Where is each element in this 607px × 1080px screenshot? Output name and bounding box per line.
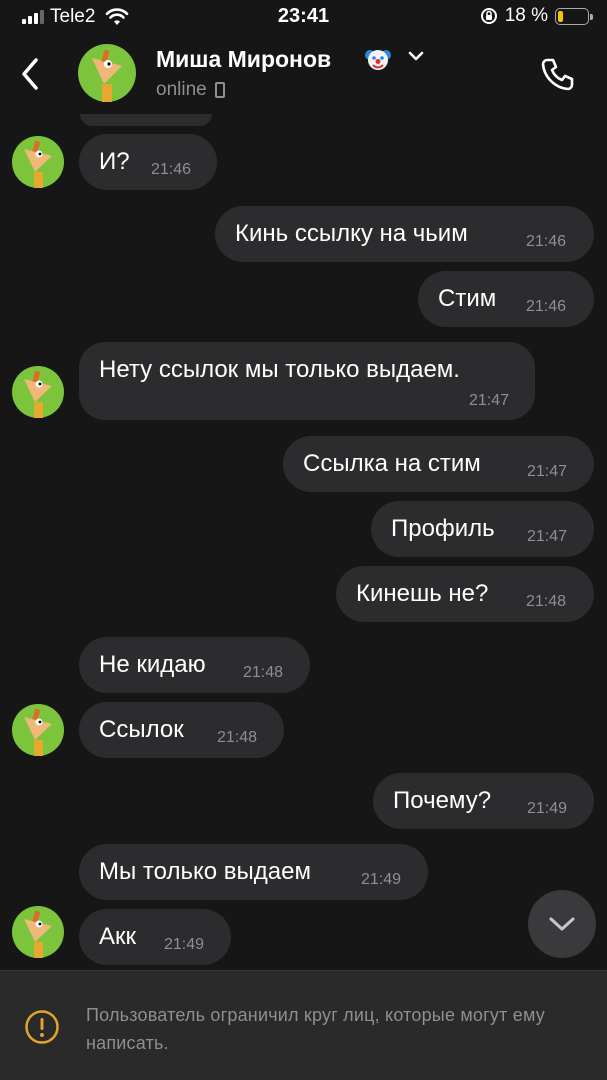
incoming-message[interactable]: Мы только выдаем 21:49	[79, 844, 428, 900]
chat-header: Миша Миронов online	[0, 34, 607, 114]
message-time: 21:48	[217, 729, 258, 746]
sender-avatar[interactable]	[12, 906, 64, 958]
message-time: 21:47	[527, 463, 568, 480]
outgoing-message[interactable]: Почему? 21:49	[373, 773, 594, 829]
chevron-down-icon[interactable]	[408, 50, 424, 62]
status-bar: Tele2 23:41 18 %	[0, 0, 607, 34]
message-time: 21:47	[527, 528, 568, 545]
contact-avatar[interactable]	[78, 44, 136, 102]
message-text: Профиль	[391, 515, 495, 542]
outgoing-message[interactable]: Кинешь не? 21:48	[336, 566, 594, 622]
message-text: Стим	[438, 285, 497, 312]
restriction-notice-text: Пользователь ограничил круг лиц, которые…	[86, 1005, 545, 1053]
battery-percent: 18 %	[504, 5, 548, 26]
warning-icon	[25, 1010, 59, 1044]
sender-avatar[interactable]	[12, 704, 64, 756]
scroll-to-bottom-button[interactable]	[528, 890, 596, 958]
message-time: 21:49	[164, 936, 205, 953]
message-time: 21:47	[469, 392, 510, 409]
message-text: Нету ссылок мы только выдаем.	[99, 356, 460, 383]
outgoing-message[interactable]: Ссылка на стим 21:47	[283, 436, 594, 492]
back-arrow-icon	[22, 58, 38, 90]
message-text: Не кидаю	[99, 651, 206, 678]
message-text: Кинешь не?	[356, 580, 489, 607]
message-text: И?	[99, 148, 130, 175]
message-text: Мы только выдаем	[99, 858, 311, 885]
sender-avatar[interactable]	[12, 136, 64, 188]
message-text: Почему?	[393, 787, 492, 814]
message-text: Ссылка на стим	[303, 450, 481, 477]
sender-avatar[interactable]	[12, 366, 64, 418]
message-time: 21:49	[361, 871, 402, 888]
presence-status: online	[156, 79, 225, 101]
mobile-device-icon	[214, 82, 225, 98]
outgoing-message[interactable]: Стим 21:46	[418, 271, 594, 327]
contact-name[interactable]: Миша Миронов	[156, 46, 331, 73]
message-time: 21:46	[526, 298, 567, 315]
incoming-message[interactable]: И? 21:46	[79, 134, 217, 190]
message-time: 21:48	[526, 593, 567, 610]
message-time: 21:48	[243, 664, 284, 681]
call-button[interactable]	[538, 54, 578, 94]
message-time: 21:46	[151, 161, 192, 178]
message-bubble-partial	[80, 114, 212, 126]
rotation-lock-icon	[480, 8, 497, 24]
incoming-message[interactable]: Ссылок 21:48	[79, 702, 284, 758]
incoming-message[interactable]: Не кидаю 21:48	[79, 637, 310, 693]
outgoing-message[interactable]: Кинь ссылку на чьим 21:46	[215, 206, 594, 262]
message-time: 21:49	[527, 800, 568, 817]
outgoing-message[interactable]: Профиль 21:47	[371, 501, 594, 557]
back-button[interactable]	[14, 52, 46, 96]
incoming-message[interactable]: Акк 21:49	[79, 909, 231, 965]
message-list[interactable]: И? 21:46 Кинь ссылку на чьим 21:46 Стим …	[0, 114, 607, 970]
presence-label: online	[156, 79, 207, 100]
clown-emoji-icon	[365, 50, 391, 70]
message-text: Кинь ссылку на чьим	[235, 220, 468, 247]
incoming-message[interactable]: Нету ссылок мы только выдаем. 21:47	[79, 342, 535, 420]
restriction-notice: Пользователь ограничил круг лиц, которые…	[0, 970, 607, 1080]
message-time: 21:46	[526, 233, 567, 250]
message-text: Акк	[99, 923, 137, 950]
battery-icon	[555, 7, 593, 25]
chevron-down-icon	[549, 917, 575, 931]
message-text: Ссылок	[99, 716, 184, 743]
